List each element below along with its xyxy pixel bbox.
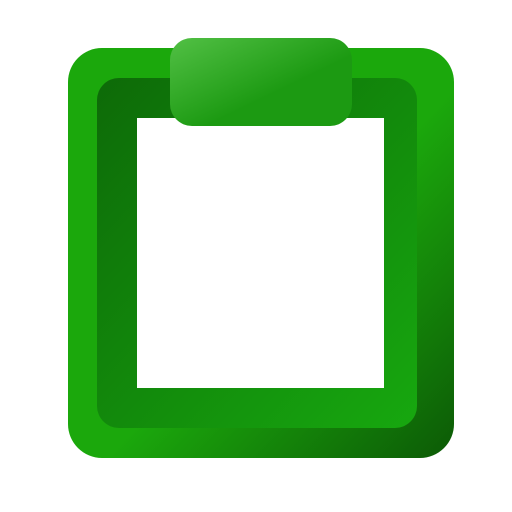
clipboard-clip bbox=[170, 38, 352, 126]
clipboard-icon-canvas bbox=[0, 0, 512, 512]
clipboard-paper bbox=[137, 118, 384, 388]
clipboard-icon bbox=[68, 38, 454, 458]
